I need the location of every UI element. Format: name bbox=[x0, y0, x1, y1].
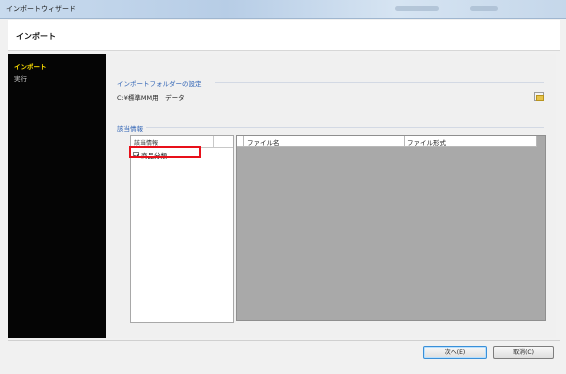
column-divider bbox=[536, 136, 537, 146]
window-title: インポートウィザード bbox=[6, 5, 76, 13]
wizard-header: インポート bbox=[8, 20, 560, 51]
section-divider bbox=[215, 82, 544, 83]
browse-folder-button[interactable] bbox=[534, 92, 544, 101]
file-grid-header: ファイル名 ファイル形式 bbox=[237, 136, 537, 147]
folder-icon bbox=[536, 95, 544, 101]
page-title: インポート bbox=[16, 32, 56, 41]
column-divider bbox=[243, 136, 244, 146]
import-folder-path: C:¥標準MM用 データ bbox=[117, 94, 185, 102]
related-info-list[interactable]: 該当情報 商品分類 bbox=[130, 135, 234, 323]
file-grid[interactable]: ファイル名 ファイル形式 bbox=[236, 135, 546, 321]
sidebar-item-run[interactable]: 実行 bbox=[14, 73, 27, 83]
title-bar[interactable]: インポートウィザード bbox=[0, 0, 566, 19]
next-button[interactable]: 次へ(E) bbox=[423, 346, 487, 359]
column-divider bbox=[404, 136, 405, 146]
import-folder-section-title: インポートフォルダーの設定 bbox=[117, 80, 202, 88]
section-divider bbox=[146, 127, 544, 128]
column-header-file-name[interactable]: ファイル名 bbox=[247, 137, 280, 147]
cancel-button[interactable]: 取消(C) bbox=[493, 346, 554, 359]
title-bar-blur bbox=[470, 6, 498, 11]
related-info-section-title: 該当情報 bbox=[117, 125, 143, 133]
sidebar-item-import[interactable]: インポート bbox=[14, 61, 47, 71]
wizard-steps-sidebar: インポート 実行 bbox=[8, 54, 106, 338]
highlight-box bbox=[129, 146, 201, 158]
column-divider bbox=[213, 136, 214, 147]
import-wizard-window: インポートウィザード インポート インポート 実行 インポートフォルダーの設定 … bbox=[0, 0, 566, 374]
column-header-file-format[interactable]: ファイル形式 bbox=[407, 137, 446, 147]
footer-divider bbox=[8, 340, 560, 341]
title-bar-blur bbox=[395, 6, 439, 11]
